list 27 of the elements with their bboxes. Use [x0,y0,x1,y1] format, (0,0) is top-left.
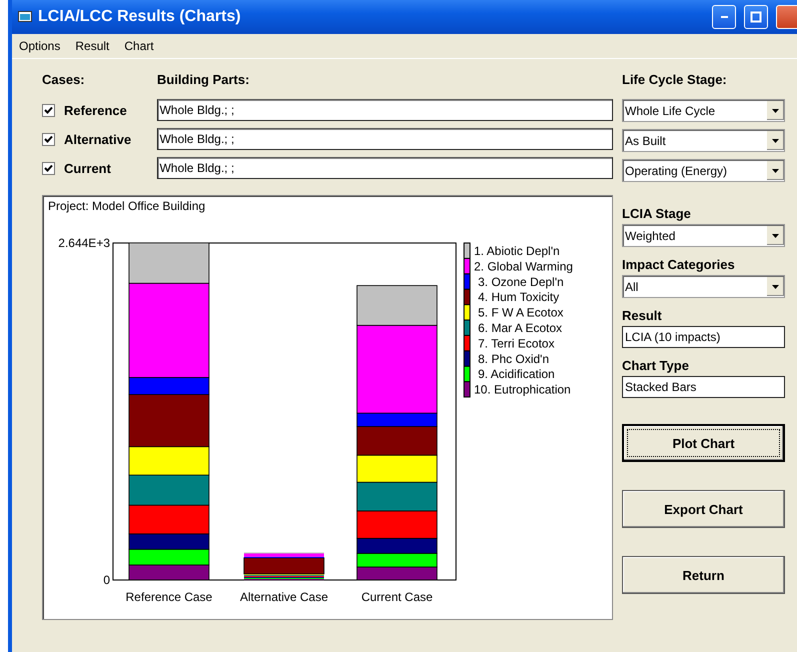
legend-label: 3. Ozone Depl'n [478,274,564,289]
checkbox-label: Current [64,160,111,176]
legend-label: 2. Global Warming [474,259,573,274]
section-label: Building Parts: [157,72,250,86]
axis-category-label: Current Case [361,590,433,604]
axis-category-label: Reference Case [126,590,212,604]
axis-category-label: Alternative Case [240,590,328,604]
axis-tick-label: 0 [103,573,110,587]
legend-label: 7. Terri Ecotox [478,336,554,350]
legend-label: 10. Eutrophication [474,382,571,397]
legend-label: 6. Mar A Ecotox [478,321,562,335]
axis-tick-label: 2.644E+3 [58,236,110,250]
window-title: LCIA/LCC Results (Charts) [38,8,242,26]
checkbox-label: Alternative [64,132,132,146]
legend-label: 4. Hum Toxicity [478,290,560,304]
field-label: Impact Categories [622,257,736,273]
legend-label: 5. F W A Ecotox [478,306,564,320]
field-label: LCIA Stage [622,206,692,222]
field-label: Chart Type [622,358,690,374]
field-label: Result [622,308,663,324]
section-label: Cases: [42,72,86,86]
legend-label: 1. Abiotic Depl'n [474,244,560,258]
section-label: Life Cycle Stage: [622,72,727,86]
checkbox-label: Reference [64,102,127,118]
legend-label: 8. Phc Oxid'n [478,352,549,366]
legend-label: 9. Acidification [478,367,555,382]
chart-caption: Project: Model Office Building [48,199,206,215]
